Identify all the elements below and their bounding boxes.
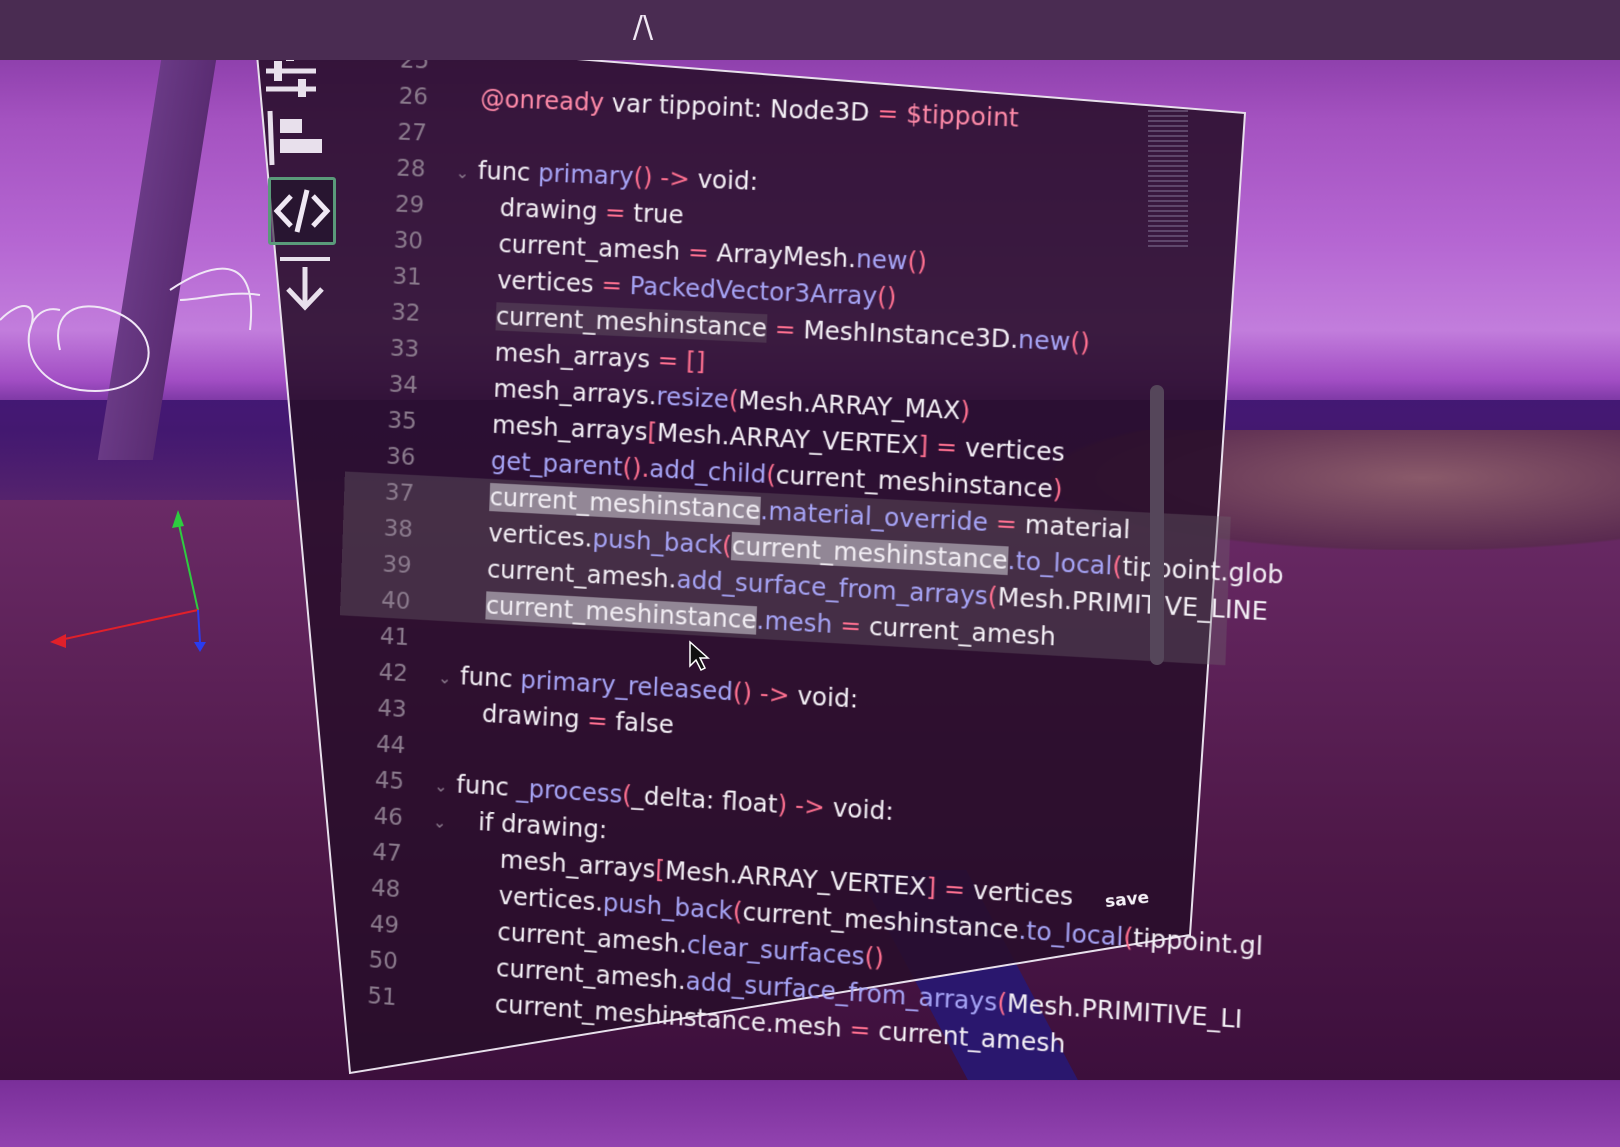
fold-gutter [437, 719, 459, 720]
code-text [457, 734, 458, 762]
fold-arrow-icon[interactable]: ⌄ [434, 768, 457, 805]
line-number: 47 [331, 832, 402, 873]
line-number: 43 [336, 688, 407, 728]
fold-gutter [450, 322, 472, 323]
fold-gutter [426, 1007, 448, 1009]
editor-toolbar [260, 35, 350, 325]
top-bar: /\ [0, 0, 1620, 60]
line-number: 37 [344, 472, 415, 512]
fold-gutter [452, 286, 474, 287]
code-text [461, 626, 462, 654]
line-number: 49 [329, 903, 400, 944]
line-number: 38 [342, 508, 413, 548]
toolbar-align-button[interactable] [264, 107, 326, 169]
code-minimap[interactable] [1148, 110, 1188, 250]
fold-gutter [458, 106, 480, 107]
line-number: 39 [341, 544, 412, 584]
fold-gutter [430, 899, 452, 900]
line-number: 35 [346, 401, 417, 440]
fold-gutter [444, 503, 466, 504]
fold-gutter [449, 358, 471, 359]
arrow-down-icon [274, 253, 336, 315]
fold-gutter [442, 575, 464, 576]
collapse-toggle-button[interactable]: /\ [628, 10, 658, 46]
fold-arrow-icon[interactable]: ⌄ [455, 155, 478, 192]
line-number: 40 [340, 580, 411, 620]
drawn-stroke [0, 240, 300, 400]
fold-arrow-icon[interactable]: ⌄ [432, 804, 455, 841]
code-text: drawing = true [476, 193, 684, 230]
fold-gutter [457, 142, 479, 143]
fold-gutter [429, 935, 451, 937]
toolbar-download-button[interactable] [274, 253, 336, 315]
fold-gutter [448, 394, 470, 395]
line-number: 41 [339, 616, 410, 656]
line-number: 34 [347, 365, 418, 404]
fold-gutter [439, 647, 461, 648]
line-number: 32 [350, 293, 421, 332]
line-number: 28 [355, 149, 426, 188]
line-number: 29 [354, 185, 425, 224]
code-text [479, 121, 480, 149]
fold-gutter [443, 539, 465, 540]
fold-arrow-icon[interactable]: ⌄ [437, 660, 460, 697]
line-number: 44 [335, 724, 406, 764]
line-number: 42 [337, 652, 408, 692]
axis-gizmo [40, 510, 220, 660]
line-number: 27 [356, 113, 427, 152]
fold-gutter [431, 863, 453, 864]
vertical-scrollbar[interactable] [1150, 385, 1164, 665]
fold-gutter [445, 467, 467, 468]
fold-gutter [459, 70, 481, 71]
code-icon [271, 180, 333, 242]
code-text: if drawing: [455, 807, 608, 845]
code-area[interactable]: 2526@onready var tippoint: Node3D = $tip… [324, 40, 1247, 1143]
fold-gutter [440, 611, 462, 612]
fold-gutter [454, 214, 476, 215]
line-number: 31 [351, 257, 422, 296]
toolbar-code-button[interactable] [268, 177, 336, 245]
line-number: 51 [326, 975, 397, 1016]
mouse-cursor-icon [688, 640, 710, 672]
line-number: 45 [334, 760, 405, 800]
line-number: 33 [349, 329, 420, 368]
fold-gutter [447, 431, 469, 432]
line-number: 36 [345, 437, 416, 477]
line-number: 48 [330, 868, 401, 909]
fold-gutter [453, 250, 475, 251]
line-number: 26 [357, 77, 428, 116]
line-number: 46 [332, 796, 403, 836]
fold-gutter [435, 755, 457, 756]
align-left-icon [264, 107, 326, 169]
fold-gutter [428, 971, 450, 973]
line-number: 30 [352, 221, 423, 260]
